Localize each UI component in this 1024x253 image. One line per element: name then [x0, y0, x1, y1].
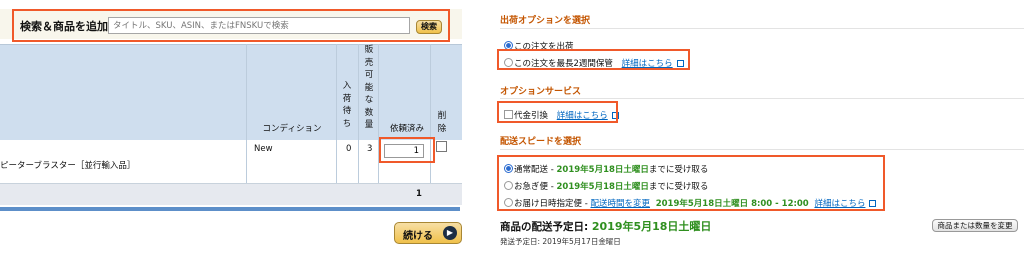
column-delete: 削除 [437, 111, 447, 134]
column-condition: コンディション [262, 124, 322, 134]
highlight-delivery-speed [497, 155, 885, 211]
shipping-options-title: 出荷オプションを選択 [500, 16, 591, 26]
condition-value: New [254, 144, 273, 154]
delivery-date: 2019年5月18日土曜日 [591, 220, 712, 233]
change-items-button[interactable]: 商品または数量を変更 [932, 219, 1018, 232]
column-divider [336, 44, 337, 184]
column-divider [430, 44, 431, 184]
highlight-search [12, 9, 450, 42]
delivery-estimate: 商品の配送予定日: 2019年5月18日土曜日 [500, 220, 712, 233]
section-divider [500, 149, 1024, 150]
highlight-cod-option [497, 101, 618, 123]
available-value: 3 [367, 144, 373, 154]
total-row: 1 [0, 183, 462, 205]
delivery-speed-title: 配送スピードを選択 [500, 137, 582, 147]
column-divider [358, 44, 359, 184]
continue-button[interactable]: 続ける ▶ [394, 222, 462, 244]
column-divider [246, 44, 247, 184]
highlight-quantity [379, 137, 435, 163]
product-title: ピーターブラスター［並行輸入品］ [0, 161, 136, 171]
option-services-title: オプションサービス [500, 87, 582, 97]
divider-bar [0, 207, 460, 211]
delete-checkbox[interactable] [436, 141, 447, 152]
continue-label: 続ける [403, 231, 433, 242]
inbound-value: 0 [346, 144, 352, 154]
section-divider [500, 28, 1024, 29]
ship-date: 発送予定日: 2019年5月17日金曜日 [500, 237, 621, 246]
shipment-items-panel: 検索＆商品を追加: 検索 コンディション 入荷 待ち 販売 可能 な数 量 依頼… [0, 0, 462, 253]
page: 検索＆商品を追加: 検索 コンディション 入荷 待ち 販売 可能 な数 量 依頼… [0, 0, 1024, 253]
highlight-hold-option [497, 49, 690, 70]
column-divider [378, 44, 379, 184]
total-value: 1 [416, 189, 422, 199]
arrow-right-icon: ▶ [443, 226, 457, 240]
section-divider [500, 98, 1024, 99]
shipping-settings-panel: 出荷オプションを選択 この注文を出荷 この注文を最長2週間保管 詳細はこちら オ… [492, 0, 1024, 253]
column-inbound: 入荷 待ち [342, 81, 352, 129]
column-available: 販売 可能 な数 量 [364, 45, 374, 130]
column-requested: 依頼済み [389, 124, 424, 134]
